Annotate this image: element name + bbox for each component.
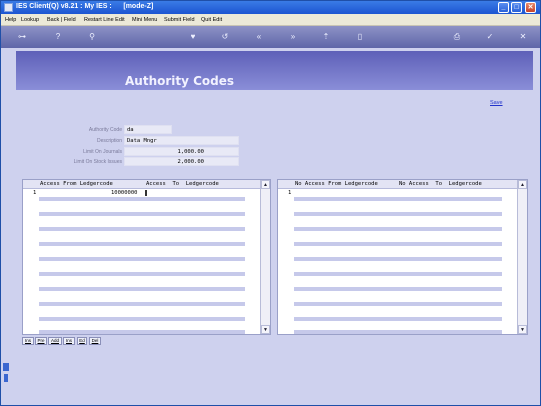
row-stripe [39, 197, 245, 201]
save-link[interactable]: Save [490, 100, 503, 106]
ins-button-label: Ins [24, 338, 31, 343]
scroll-up-icon[interactable]: ▲ [518, 180, 527, 189]
no-access-to-header: No Access To Ledgercode [399, 181, 482, 187]
text-cursor [145, 190, 147, 196]
close-icon[interactable]: ✕ [518, 32, 528, 42]
row-stripe [39, 302, 245, 306]
toolbar: ⊶ ? ⚲ ♥ ↺ « » ⇡ ▯ ⎙ ✓ ✕ [1, 26, 540, 48]
row-stripe [294, 317, 502, 321]
menu-bar: Help Lookup Back | Field Restart Line Ed… [1, 14, 540, 26]
menu-back-field[interactable]: Back | Field [47, 17, 76, 23]
print-icon[interactable]: ⎙ [452, 32, 462, 42]
check-icon[interactable]: ✓ [485, 32, 495, 42]
help-icon[interactable]: ? [53, 32, 63, 42]
no-access-grid-header: No Access From Ledgercode No Access To L… [278, 180, 517, 189]
side-marker-info-icon[interactable] [4, 374, 8, 382]
delete-button[interactable]: Del [89, 337, 101, 345]
menu-restart-line-edit[interactable]: Restart Line Edit [84, 17, 125, 23]
minimize-button[interactable]: _ [498, 2, 509, 13]
trash-icon[interactable]: ▯ [355, 32, 365, 42]
window-title: IES Client(Q) v8.21 : My IES : [mode-Z] [16, 3, 154, 10]
row-stripe [294, 272, 502, 276]
upload-icon[interactable]: ⇡ [321, 32, 331, 42]
row-stripe [294, 227, 502, 231]
description-label: Description [96, 138, 122, 144]
forward-icon[interactable]: » [288, 32, 298, 42]
row-stripe [294, 197, 502, 201]
heart-icon[interactable]: ♥ [188, 32, 198, 42]
row-stripe [39, 317, 245, 321]
no-access-row-number: 1 [288, 190, 292, 196]
insert-button-label: Ins [65, 338, 72, 343]
add-button[interactable]: Add [48, 337, 62, 345]
edit-button-label: Ed [79, 338, 85, 343]
authority-code-label: Authority Code [88, 127, 122, 133]
app-icon [4, 3, 13, 12]
row-stripe [39, 212, 245, 216]
authority-code-field[interactable]: da [124, 125, 172, 134]
access-from-header: Access From Ledgercode [40, 181, 113, 187]
row-stripe [294, 242, 502, 246]
description-field[interactable]: Data Mngr [124, 136, 239, 145]
row-stripe [39, 287, 245, 291]
access-grid-header: Access From Ledgercode Access To Ledgerc… [23, 180, 260, 189]
search-icon[interactable]: ⚲ [87, 32, 97, 42]
limit-journals-label: Limit On Journals [83, 149, 122, 155]
row-stripe [294, 302, 502, 306]
menu-lookup[interactable]: Lookup [21, 17, 39, 23]
no-access-scrollbar[interactable]: ▲ ▼ [517, 180, 527, 334]
page-title: Authority Codes [125, 74, 235, 88]
close-window-button[interactable]: ✕ [525, 2, 536, 13]
scroll-down-icon[interactable]: ▼ [518, 325, 527, 334]
access-scrollbar[interactable]: ▲ ▼ [260, 180, 270, 334]
title-bar: IES Client(Q) v8.21 : My IES : [mode-Z] … [1, 1, 540, 14]
menu-quit-edit[interactable]: Quit Edit [201, 17, 222, 23]
row-stripe [39, 242, 245, 246]
row-stripe [39, 330, 245, 334]
menu-submit-field[interactable]: Submit Field [164, 17, 195, 23]
ins-button[interactable]: Ins [22, 337, 34, 345]
row-stripe [39, 227, 245, 231]
rewind-icon[interactable]: « [254, 32, 264, 42]
menu-mini-menu[interactable]: Mini Menu [132, 17, 157, 23]
side-marker [3, 363, 9, 371]
key-icon[interactable]: ⊶ [14, 32, 30, 42]
main-content: Authority Codes Save Authority Code da D… [1, 48, 540, 405]
limit-stock-issues-label: Limit On Stock Issues [73, 159, 122, 165]
row-stripe [39, 257, 245, 261]
edit-button[interactable]: Ed [77, 337, 87, 345]
delete-button-label: Del [91, 338, 99, 343]
no-access-from-header: No Access From Ledgercode [295, 181, 378, 187]
row-stripe [294, 330, 502, 334]
access-row-number: 1 [33, 190, 37, 196]
page-banner: Authority Codes [16, 51, 533, 90]
undo-icon[interactable]: ↺ [220, 32, 230, 42]
maximize-button[interactable]: □ [511, 2, 522, 13]
pre-button[interactable]: Pre [35, 337, 47, 345]
insert-button[interactable]: Ins [63, 337, 75, 345]
scroll-down-icon[interactable]: ▼ [261, 325, 270, 334]
scroll-up-icon[interactable]: ▲ [261, 180, 270, 189]
limit-journals-field[interactable]: 1,000.00 [124, 147, 239, 156]
app-window: IES Client(Q) v8.21 : My IES : [mode-Z] … [0, 0, 541, 406]
access-grid: Access From Ledgercode Access To Ledgerc… [22, 179, 271, 335]
menu-help[interactable]: Help [5, 17, 16, 23]
pre-button-label: Pre [37, 338, 45, 343]
row-stripe [294, 287, 502, 291]
row-stripe [294, 257, 502, 261]
no-access-grid: No Access From Ledgercode No Access To L… [277, 179, 528, 335]
row-stripe [294, 212, 502, 216]
access-to-header: Access To Ledgercode [146, 181, 219, 187]
row-stripe [39, 272, 245, 276]
add-button-label: Add [50, 338, 59, 343]
limit-stock-issues-field[interactable]: 2,000.00 [124, 157, 239, 166]
access-from-cell[interactable]: 10000000 [111, 190, 138, 196]
